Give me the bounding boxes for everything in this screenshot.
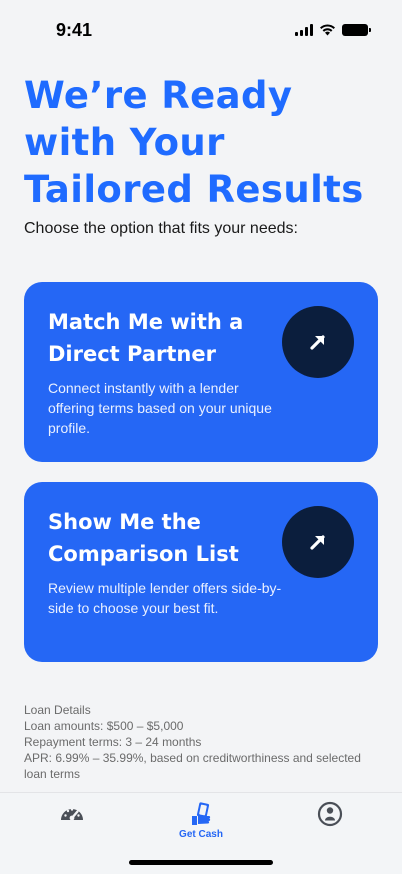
repayment-terms: Repayment terms: 3 – 24 months — [24, 735, 202, 749]
option-arrow-button[interactable] — [282, 306, 354, 378]
status-bar: 9:41 — [0, 0, 402, 60]
option-description: Connect instantly with a lender offering… — [48, 380, 272, 436]
nav-item-profile[interactable] — [290, 801, 370, 849]
option-title: Show Me the Comparison List — [48, 510, 239, 566]
cash-hand-icon — [192, 802, 211, 825]
option-arrow-button[interactable] — [282, 506, 354, 578]
loan-amounts: Loan amounts: $500 – $5,000 — [24, 719, 184, 733]
speedometer-icon — [61, 808, 83, 821]
comparison-list-card[interactable]: Show Me the Comparison List Review multi… — [24, 482, 378, 662]
page-subheading: Choose the option that fits your needs: — [24, 220, 298, 237]
page-title: We’re Ready with Your Tailored Results — [24, 74, 364, 211]
apr-range: APR: 6.99% – 35.99%, based on creditwort… — [24, 751, 361, 781]
profile-icon — [317, 801, 343, 827]
battery-icon — [342, 24, 371, 36]
status-time: 9:41 — [56, 20, 93, 40]
nav-item-dashboard[interactable] — [32, 801, 112, 849]
cellular-signal-icon — [295, 24, 313, 36]
loan-details: Loan Details Loan amounts: $500 – $5,000… — [24, 702, 378, 782]
option-description: Review multiple lender offers side-by-si… — [48, 580, 282, 616]
home-indicator — [129, 860, 273, 865]
arrow-up-right-icon — [310, 335, 325, 350]
loan-details-heading: Loan Details — [24, 703, 91, 717]
arrow-up-right-icon — [310, 535, 325, 550]
nav-label-get-cash: Get Cash — [179, 829, 223, 840]
match-direct-partner-card[interactable]: Match Me with a Direct Partner Connect i… — [24, 282, 378, 462]
option-title: Match Me with a Direct Partner — [48, 310, 244, 366]
nav-item-get-cash[interactable]: Get Cash — [161, 801, 241, 849]
wifi-icon — [320, 24, 335, 36]
status-icons — [295, 24, 371, 36]
